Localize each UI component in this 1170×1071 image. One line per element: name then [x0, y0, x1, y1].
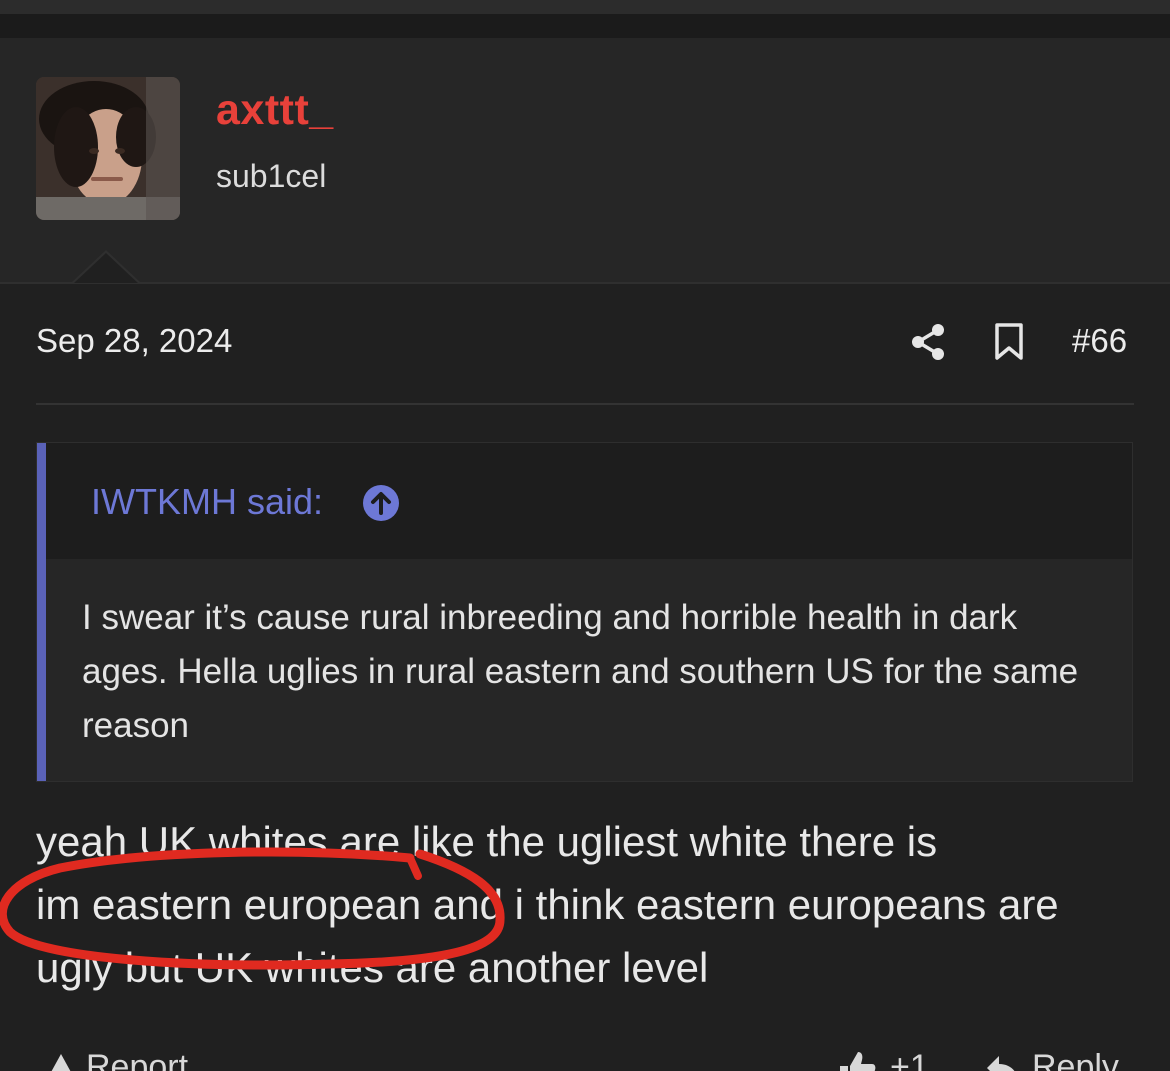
user-header: axttt_ sub1cel — [0, 38, 1170, 284]
like-count[interactable]: +1 — [890, 1048, 929, 1071]
arrow-up-circle-icon[interactable] — [362, 484, 400, 522]
reply-button[interactable]: Reply — [1032, 1048, 1119, 1071]
top-bar — [0, 0, 1170, 14]
quote-header: IWTKMH said: — [46, 443, 1132, 559]
avatar-image — [36, 77, 180, 220]
header-caret-inner — [74, 253, 138, 283]
quote-text: I swear it’s cause rural inbreeding and … — [82, 598, 1079, 745]
bookmark-icon[interactable] — [993, 322, 1025, 362]
reply-icon[interactable] — [985, 1052, 1021, 1071]
report-icon[interactable] — [48, 1052, 74, 1071]
avatar[interactable] — [36, 77, 180, 220]
post-actions: Report +1 Reply — [0, 1040, 1170, 1071]
quote-block: IWTKMH said: I swear it’s cause rural in… — [36, 442, 1133, 782]
post-date[interactable]: Sep 28, 2024 — [36, 322, 232, 360]
post-body-line: yeah UK whites are like the ugliest whit… — [36, 818, 938, 865]
share-icon[interactable] — [910, 322, 946, 362]
quote-accent-bar — [37, 443, 46, 781]
top-gap — [0, 14, 1170, 38]
quote-author[interactable]: IWTKMH said: — [91, 481, 323, 523]
post-body-line: ugly but UK whites are another level — [36, 944, 709, 991]
thumbs-up-icon[interactable] — [838, 1048, 878, 1071]
post-number[interactable]: #66 — [1072, 322, 1127, 360]
post-divider — [36, 403, 1134, 405]
post-body-line: im eastern european and i think eastern … — [36, 881, 1059, 928]
report-button[interactable]: Report — [86, 1048, 188, 1071]
user-title: sub1cel — [216, 158, 327, 194]
post-body: yeah UK whites are like the ugliest whit… — [36, 810, 1146, 999]
username[interactable]: axttt_ — [216, 86, 334, 135]
